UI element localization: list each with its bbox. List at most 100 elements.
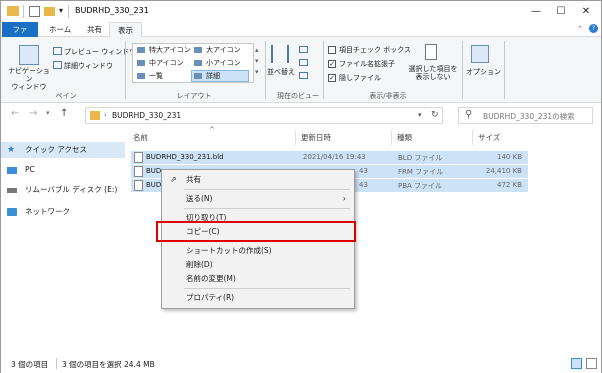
- nav-item-pc[interactable]: PC: [1, 162, 125, 178]
- file-name: BUD: [146, 167, 162, 175]
- divider: [462, 41, 463, 99]
- breadcrumb-separator-icon: ›: [104, 111, 107, 119]
- hidden-items-option[interactable]: ✓ 隠しファイル: [328, 73, 381, 83]
- file-size: 140 KB: [497, 153, 522, 161]
- up-icon[interactable]: ↑: [60, 108, 68, 119]
- checkbox-checked[interactable]: ✓: [328, 60, 336, 68]
- divider: [184, 189, 350, 190]
- column-header-type[interactable]: 種類: [397, 132, 412, 143]
- file-size: 24,410 KB: [485, 167, 522, 175]
- navigation-pane-button[interactable]: ナビゲーション ウィンドウ: [5, 67, 53, 91]
- details-pane-button[interactable]: 詳細ウィンドウ: [64, 61, 113, 71]
- divider[interactable]: [391, 130, 392, 145]
- forward-icon[interactable]: →: [29, 108, 37, 119]
- tab-home[interactable]: ホーム: [41, 22, 79, 37]
- group-label-current-view: 現在のビュー: [277, 92, 319, 100]
- file-icon: [134, 152, 143, 163]
- menu-item-share[interactable]: ⇗ 共有: [162, 173, 354, 186]
- nav-item-removable-disk[interactable]: リムーバブル ディスク (E:): [1, 182, 125, 198]
- hidden-items-label: 隠しファイル: [339, 74, 381, 82]
- title-bar: ▾ BUDRHD_330_231: [1, 1, 601, 22]
- folder-icon: [90, 111, 100, 120]
- status-bar: 3 個の項目 3 個の項目を選択 24.4 MB: [1, 355, 601, 373]
- column-header-date[interactable]: 更新日時: [301, 132, 331, 143]
- menu-item-label: 共有: [186, 175, 201, 184]
- breadcrumb[interactable]: BUDRHD_330_231: [112, 111, 181, 120]
- close-icon[interactable]: ✕: [571, 1, 601, 21]
- column-header-size[interactable]: サイズ: [478, 132, 500, 143]
- options-button[interactable]: オプション: [466, 67, 501, 77]
- window-title: BUDRHD_330_231: [75, 6, 149, 15]
- preview-pane-icon: [53, 47, 62, 55]
- fit-columns-icon[interactable]: [299, 72, 308, 79]
- recent-locations-icon[interactable]: ▾: [46, 109, 50, 117]
- layout-extra-large-icons[interactable]: 特大アイコン: [149, 45, 191, 55]
- highlight-box: [156, 221, 356, 242]
- checkbox-checked[interactable]: ✓: [328, 74, 336, 82]
- sort-button[interactable]: 並べ替え: [267, 67, 295, 77]
- nav-item-network[interactable]: ネットワーク: [1, 204, 125, 220]
- item-checkboxes-option[interactable]: 項目チェック ボックス: [328, 45, 411, 55]
- share-icon: ⇗: [170, 175, 177, 184]
- file-extensions-label: ファイル名拡張子: [339, 60, 395, 68]
- address-dropdown-icon[interactable]: ▾: [418, 111, 422, 119]
- nav-item-quick-access[interactable]: ★ クイック アクセス: [1, 142, 125, 158]
- divider: [265, 41, 266, 99]
- menu-item-properties[interactable]: プロパティ(R): [162, 291, 354, 304]
- star-icon: ★: [7, 145, 16, 155]
- back-icon[interactable]: ←: [11, 108, 19, 119]
- file-type: BLD ファイル: [398, 154, 443, 162]
- properties-icon[interactable]: [29, 6, 40, 17]
- help-icon[interactable]: ?: [589, 24, 598, 33]
- layout-scroll-icon[interactable]: ▴ ▾ ▾: [255, 45, 259, 78]
- address-box[interactable]: › BUDRHD_330_231 ▾ ↻: [85, 107, 443, 124]
- menu-item-rename[interactable]: 名前の変更(M): [162, 272, 354, 285]
- file-name: BUD: [146, 181, 162, 189]
- layout-large-icons[interactable]: 大アイコン: [206, 45, 241, 55]
- customize-qat-icon[interactable]: ▾: [59, 6, 63, 15]
- tab-share[interactable]: 共有: [79, 22, 110, 37]
- sort-icon: [271, 45, 289, 63]
- nav-item-label: ネットワーク: [25, 207, 70, 216]
- submenu-arrow-icon: ›: [342, 194, 346, 203]
- network-icon: [7, 208, 17, 216]
- divider[interactable]: [295, 130, 296, 145]
- divider: [23, 5, 24, 18]
- layout-small-icons[interactable]: 小アイコン: [206, 58, 241, 68]
- hide-selected-button[interactable]: 選択した項目を 表示しない: [405, 65, 461, 81]
- checkbox[interactable]: [328, 46, 336, 54]
- large-icons-view-icon[interactable]: [586, 358, 597, 369]
- layout-medium-icons[interactable]: 中アイコン: [149, 58, 184, 68]
- folder-icon: [7, 6, 19, 16]
- add-columns-icon[interactable]: [299, 59, 308, 66]
- group-label-show-hide: 表示/非表示: [369, 92, 407, 100]
- file-extensions-option[interactable]: ✓ ファイル名拡張子: [328, 59, 395, 69]
- divider: [504, 41, 505, 99]
- refresh-icon[interactable]: ↻: [431, 110, 439, 120]
- new-folder-icon[interactable]: [44, 7, 55, 16]
- navigation-pane-icon[interactable]: [19, 45, 39, 65]
- file-icon: [134, 166, 143, 177]
- search-icon: ⚲: [465, 109, 473, 120]
- tab-view[interactable]: 表示: [109, 22, 142, 37]
- menu-item-label: 送る(N): [186, 194, 213, 203]
- column-header-name[interactable]: 名前: [133, 132, 148, 143]
- menu-item-create-shortcut[interactable]: ショートカットの作成(S): [162, 244, 354, 257]
- divider: [184, 208, 350, 209]
- divider[interactable]: [472, 130, 473, 145]
- layout-icon: [137, 60, 145, 66]
- details-view-icon[interactable]: [571, 358, 582, 369]
- menu-item-send-to[interactable]: 送る(N) ›: [162, 192, 354, 205]
- menu-item-delete[interactable]: 削除(D): [162, 258, 354, 271]
- tab-file[interactable]: ファイル: [2, 22, 38, 45]
- file-date: 43: [359, 167, 368, 175]
- layout-details[interactable]: 詳細: [206, 71, 220, 81]
- group-by-icon[interactable]: [299, 46, 308, 53]
- options-icon[interactable]: [471, 45, 489, 63]
- table-row[interactable]: BUDRHD_330_231.bld 2021/04/16 19:43 BLD …: [131, 151, 528, 164]
- divider: [184, 288, 350, 289]
- collapse-ribbon-icon[interactable]: ⌃: [577, 25, 583, 33]
- layout-list[interactable]: 一覧: [149, 71, 163, 81]
- ribbon: ナビゲーション ウィンドウ プレビュー ウィンドウ 詳細ウィンドウ ペイン 特大…: [1, 37, 601, 103]
- search-box[interactable]: ⚲ BUDRHD_330_231の検索: [458, 107, 593, 124]
